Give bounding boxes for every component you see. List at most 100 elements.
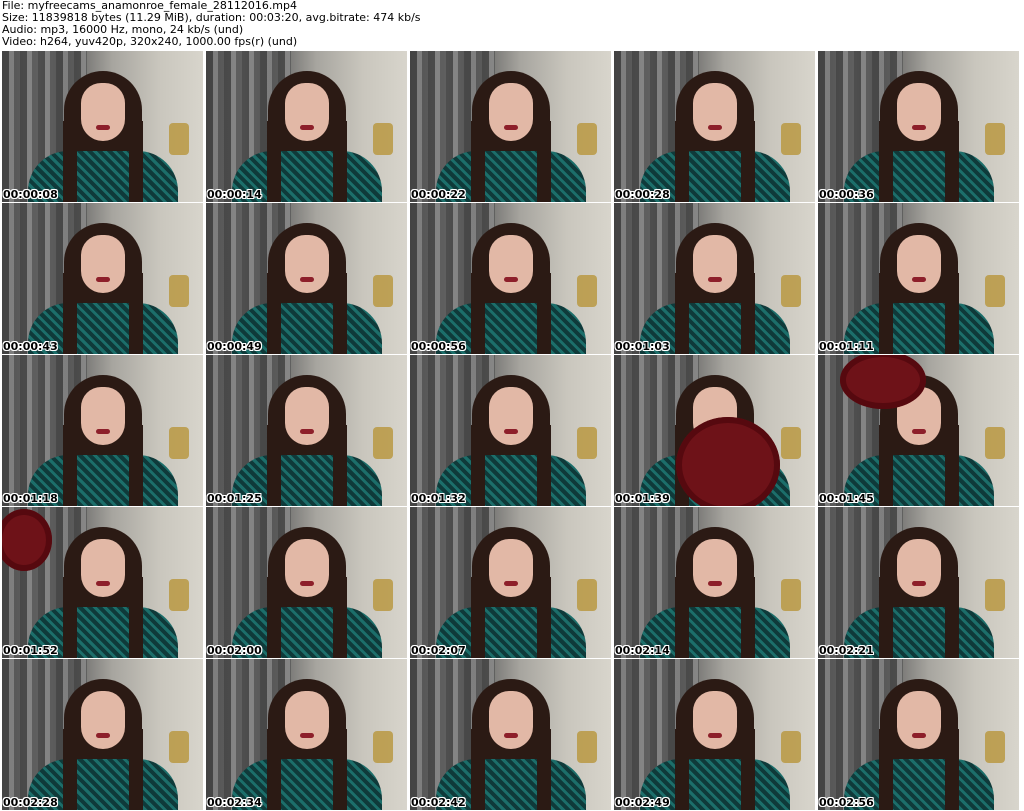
frame-hair-front: [266, 425, 347, 506]
frame-timestamp: 00:02:07: [411, 644, 466, 657]
frame-yellow: [985, 731, 1005, 763]
frame-yellow: [373, 275, 393, 307]
video-frame-thumbnail: 00:01:32: [410, 355, 611, 506]
frame-hair-front: [674, 121, 755, 202]
frame-hair-front: [878, 729, 959, 810]
frame-timestamp: 00:01:45: [819, 492, 874, 505]
video-frame-thumbnail: 00:02:28: [2, 659, 203, 810]
frame-timestamp: 00:02:34: [207, 796, 262, 809]
video-frame-thumbnail: 00:02:56: [818, 659, 1019, 810]
frame-yellow: [169, 731, 189, 763]
frame-hair-front: [674, 729, 755, 810]
frame-hair-front: [62, 273, 143, 354]
video-frame-thumbnail: 00:01:03: [614, 203, 815, 354]
video-frame-thumbnail: 00:01:45: [818, 355, 1019, 506]
frame-yellow: [985, 275, 1005, 307]
frame-hair-front: [470, 121, 551, 202]
frame-timestamp: 00:00:14: [207, 188, 262, 201]
frame-yellow: [169, 275, 189, 307]
frame-yellow: [577, 731, 597, 763]
video-info-line: Video: h264, yuv420p, 320x240, 1000.00 f…: [2, 35, 298, 48]
frame-hair-front: [470, 729, 551, 810]
frame-timestamp: 00:01:25: [207, 492, 262, 505]
video-frame-thumbnail: 00:00:36: [818, 51, 1019, 202]
frame-timestamp: 00:02:21: [819, 644, 874, 657]
video-frame-thumbnail: 00:00:49: [206, 203, 407, 354]
video-frame-thumbnail: 00:00:08: [2, 51, 203, 202]
frame-yellow: [781, 731, 801, 763]
video-frame-thumbnail: 00:02:00: [206, 507, 407, 658]
video-frame-thumbnail: 00:02:14: [614, 507, 815, 658]
frame-hair-front: [878, 425, 959, 506]
red-hat: [676, 417, 780, 506]
frame-yellow: [985, 123, 1005, 155]
frame-timestamp: 00:00:43: [3, 340, 58, 353]
video-frame-thumbnail: 00:01:18: [2, 355, 203, 506]
frame-timestamp: 00:01:39: [615, 492, 670, 505]
video-frame-thumbnail: 00:01:39: [614, 355, 815, 506]
video-frame-thumbnail: 00:00:22: [410, 51, 611, 202]
frame-yellow: [985, 427, 1005, 459]
frame-hair-front: [266, 577, 347, 658]
frame-hair-front: [470, 577, 551, 658]
frame-yellow: [577, 123, 597, 155]
frame-yellow: [781, 427, 801, 459]
video-frame-thumbnail: 00:00:43: [2, 203, 203, 354]
frame-yellow: [373, 731, 393, 763]
frame-hair-front: [62, 425, 143, 506]
frame-hair-front: [62, 577, 143, 658]
frame-hair-front: [878, 577, 959, 658]
frame-timestamp: 00:00:36: [819, 188, 874, 201]
video-frame-thumbnail: 00:02:42: [410, 659, 611, 810]
video-frame-thumbnail: 00:00:28: [614, 51, 815, 202]
frame-timestamp: 00:01:52: [3, 644, 58, 657]
frame-timestamp: 00:02:56: [819, 796, 874, 809]
frame-hair-front: [674, 577, 755, 658]
frame-timestamp: 00:00:49: [207, 340, 262, 353]
video-frame-thumbnail: 00:01:11: [818, 203, 1019, 354]
file-info-header: File: myfreecams_anamonroe_female_281120…: [2, 0, 1022, 48]
frame-yellow: [373, 427, 393, 459]
frame-hair-front: [266, 729, 347, 810]
frame-yellow: [169, 123, 189, 155]
frame-hair-front: [62, 121, 143, 202]
frame-timestamp: 00:01:11: [819, 340, 874, 353]
frame-hair-front: [266, 273, 347, 354]
frame-timestamp: 00:02:14: [615, 644, 670, 657]
frame-yellow: [577, 427, 597, 459]
frame-yellow: [373, 579, 393, 611]
video-frame-thumbnail: 00:02:21: [818, 507, 1019, 658]
frame-timestamp: 00:00:22: [411, 188, 466, 201]
frame-yellow: [169, 427, 189, 459]
frame-timestamp: 00:01:03: [615, 340, 670, 353]
frame-hair-front: [878, 121, 959, 202]
frame-hair-front: [266, 121, 347, 202]
frame-timestamp: 00:00:08: [3, 188, 58, 201]
frame-timestamp: 00:00:28: [615, 188, 670, 201]
frame-hair-front: [62, 729, 143, 810]
frame-timestamp: 00:01:18: [3, 492, 58, 505]
frame-hair-front: [878, 273, 959, 354]
frame-yellow: [577, 579, 597, 611]
frame-hair-front: [470, 425, 551, 506]
frame-yellow: [781, 123, 801, 155]
frame-hair-front: [674, 273, 755, 354]
frame-timestamp: 00:02:42: [411, 796, 466, 809]
frame-yellow: [985, 579, 1005, 611]
frame-yellow: [781, 579, 801, 611]
video-frame-thumbnail: 00:02:34: [206, 659, 407, 810]
frame-yellow: [169, 579, 189, 611]
video-frame-thumbnail: 00:00:14: [206, 51, 407, 202]
frame-timestamp: 00:02:49: [615, 796, 670, 809]
video-frame-thumbnail: 00:01:25: [206, 355, 407, 506]
frame-yellow: [577, 275, 597, 307]
video-frame-thumbnail: 00:02:07: [410, 507, 611, 658]
thumbnail-grid: 00:00:08 00:00:14 00:00:22 00:00:28 00:00:36…: [2, 51, 1019, 810]
frame-hair-front: [470, 273, 551, 354]
video-frame-thumbnail: 00:00:56: [410, 203, 611, 354]
frame-timestamp: 00:01:32: [411, 492, 466, 505]
video-frame-thumbnail: 00:02:49: [614, 659, 815, 810]
frame-yellow: [781, 275, 801, 307]
frame-yellow: [373, 123, 393, 155]
frame-timestamp: 00:02:00: [207, 644, 262, 657]
